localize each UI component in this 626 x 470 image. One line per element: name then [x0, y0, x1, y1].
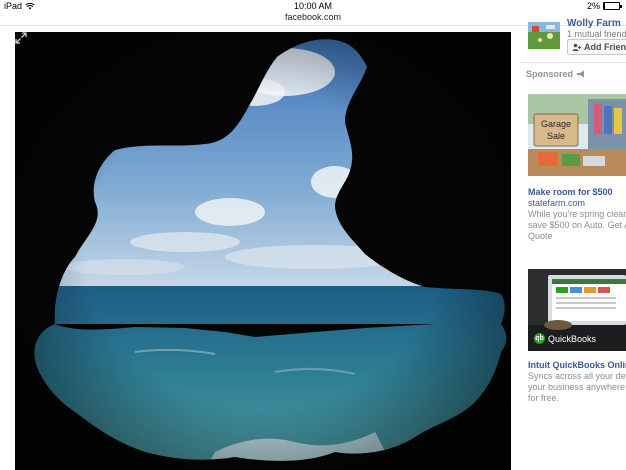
svg-text:Garage: Garage [541, 119, 571, 129]
sidebar-divider [520, 62, 626, 63]
ad-body: While you're spring cleaning, save $500 … [528, 209, 626, 242]
quickbooks-logo-text: QuickBooks [548, 333, 597, 344]
friend-suggestion-name[interactable]: Wolly Farm [567, 18, 621, 29]
ad-image-garage-sale[interactable]: Garage Sale [528, 94, 626, 176]
ad-image-quickbooks[interactable]: qb QuickBooks [528, 269, 626, 351]
add-person-icon [572, 43, 581, 51]
friend-suggestion-thumbnail[interactable] [528, 22, 560, 49]
quickbooks-logo: qb QuickBooks [534, 333, 596, 344]
ad-body: Syncs across all your devices, your busi… [528, 371, 626, 404]
battery-percent: 2% [586, 1, 600, 11]
status-bar: iPad 10:00 AM 2% [0, 0, 626, 12]
battery-icon [603, 2, 622, 10]
mutual-friends-count[interactable]: 1 mutual friend [567, 29, 626, 39]
status-right: 2% [586, 1, 622, 11]
right-sidebar: Wolly Farm 1 mutual friend Add Friend Sp… [520, 14, 626, 470]
ad-body-line: While you're spring cleaning, [528, 209, 626, 219]
sponsored-header: Sponsored [526, 69, 585, 79]
add-friend-button[interactable]: Add Friend [567, 39, 626, 55]
clock: 10:00 AM [293, 1, 333, 11]
sponsored-label: Sponsored [526, 69, 574, 79]
expand-arrows-icon[interactable] [15, 32, 27, 44]
ad-body-line: for free. [528, 393, 560, 403]
ad-body-line: Syncs across all your devices, [528, 371, 626, 381]
ad-title[interactable]: Make room for $500 [528, 187, 613, 197]
photo-image [15, 32, 511, 470]
ad-body-line: Quote [528, 231, 553, 241]
photo-viewer[interactable] [15, 32, 511, 470]
quickbooks-logo-icon: qb [534, 333, 545, 344]
ad-title[interactable]: Intuit QuickBooks Online [528, 360, 626, 370]
megaphone-icon [577, 70, 585, 78]
ad-body-line: save $500 on Auto. Get A [528, 220, 626, 230]
ad-body-line: your business anywhere, a [528, 382, 626, 392]
svg-text:Sale: Sale [547, 131, 565, 141]
ad-url[interactable]: statefarm.com [528, 198, 585, 208]
add-friend-label: Add Friend [584, 42, 626, 52]
